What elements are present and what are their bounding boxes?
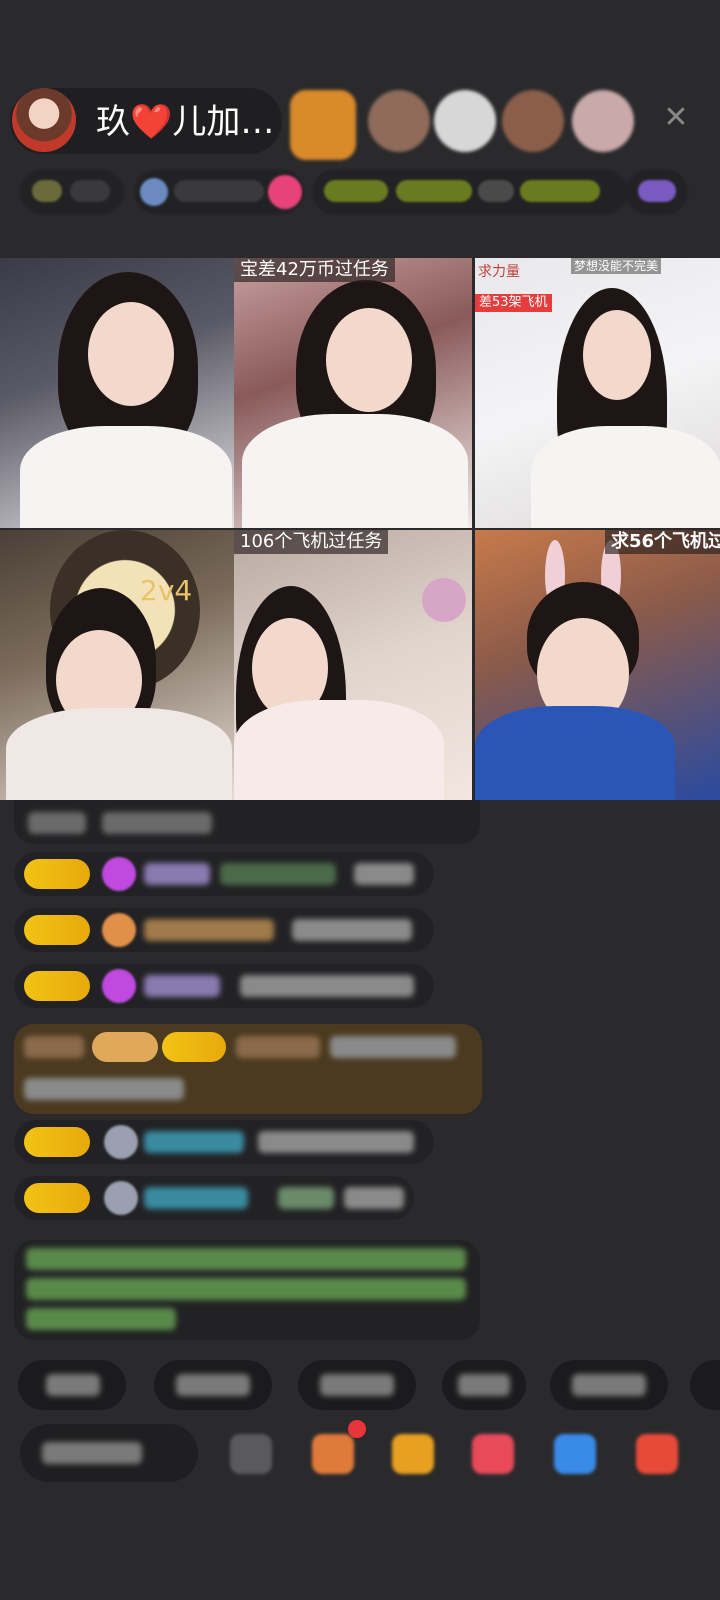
tile-score: 2v4 bbox=[140, 574, 193, 607]
tile-task-caption: 106个飞机过任务 bbox=[234, 530, 389, 554]
level-badge bbox=[24, 971, 90, 1001]
emoji-icon[interactable] bbox=[230, 1434, 272, 1474]
level-badge bbox=[24, 859, 90, 889]
tile-red-tag: 差53架飞机 bbox=[475, 294, 552, 312]
viewer-avatar[interactable] bbox=[290, 90, 356, 160]
task-badge[interactable] bbox=[312, 170, 628, 214]
host-name[interactable]: 玖❤️儿加… bbox=[96, 100, 274, 144]
level-badge bbox=[92, 1032, 158, 1062]
viewer-avatar[interactable] bbox=[502, 90, 564, 152]
flower-decor bbox=[422, 578, 466, 622]
tile-side-label: 求力量 bbox=[478, 264, 520, 280]
more-icon[interactable] bbox=[636, 1434, 678, 1474]
notification-dot bbox=[348, 1420, 366, 1438]
video-tile[interactable]: 求56个飞机过 bbox=[475, 530, 720, 800]
avatar bbox=[104, 1125, 138, 1159]
gift-box-icon[interactable] bbox=[312, 1434, 354, 1474]
chat-message[interactable] bbox=[14, 852, 434, 896]
quick-reply-button[interactable] bbox=[550, 1360, 668, 1410]
gift-icon[interactable] bbox=[472, 1434, 514, 1474]
level-badge bbox=[24, 1183, 90, 1213]
chat-message[interactable] bbox=[14, 1176, 414, 1220]
chat-message[interactable] bbox=[14, 908, 434, 952]
host-name-prefix: 玖 bbox=[96, 102, 130, 142]
video-tile[interactable]: 梦想没能不完美 求力量 差53架飞机 bbox=[475, 258, 720, 528]
video-tile[interactable] bbox=[0, 258, 238, 528]
gift-badge[interactable] bbox=[626, 170, 688, 214]
quick-reply-button[interactable] bbox=[442, 1360, 526, 1410]
gift-message[interactable] bbox=[14, 1024, 482, 1114]
quick-reply-button[interactable] bbox=[154, 1360, 272, 1410]
diamond-icon bbox=[102, 857, 136, 891]
red-packet-icon[interactable] bbox=[392, 1434, 434, 1474]
tile-task-caption: 宝差42万币过任务 bbox=[234, 258, 395, 282]
video-tile[interactable]: 106个飞机过任务 bbox=[234, 530, 472, 800]
viewer-avatar[interactable] bbox=[572, 90, 634, 152]
video-tile[interactable]: 宝差42万币过任务 bbox=[234, 258, 472, 528]
video-tile[interactable]: 2v4 bbox=[0, 530, 238, 800]
quick-reply-button[interactable] bbox=[18, 1360, 126, 1410]
diamond-icon bbox=[102, 969, 136, 1003]
host-name-suffix: 儿加… bbox=[172, 102, 275, 142]
chat-message[interactable] bbox=[14, 800, 480, 844]
avatar bbox=[104, 1181, 138, 1215]
tile-slogan: 梦想没能不完美 bbox=[571, 258, 662, 274]
quick-reply-button[interactable] bbox=[298, 1360, 416, 1410]
comment-input[interactable] bbox=[20, 1424, 198, 1482]
close-icon[interactable]: ✕ bbox=[658, 100, 694, 136]
viewer-avatar[interactable] bbox=[368, 90, 430, 152]
fans-badge[interactable] bbox=[134, 170, 304, 214]
host-avatar[interactable] bbox=[12, 88, 76, 152]
rank-badge[interactable] bbox=[20, 170, 124, 214]
game-icon[interactable] bbox=[554, 1434, 596, 1474]
level-badge bbox=[24, 1127, 90, 1157]
quick-reply-button[interactable] bbox=[690, 1360, 720, 1410]
avatar bbox=[102, 913, 136, 947]
level-badge bbox=[24, 915, 90, 945]
level-badge bbox=[162, 1032, 226, 1062]
chat-message[interactable] bbox=[14, 964, 434, 1008]
system-notice bbox=[14, 1240, 480, 1340]
tile-task-caption: 求56个飞机过 bbox=[605, 530, 720, 554]
chat-message[interactable] bbox=[14, 1120, 434, 1164]
viewer-avatar[interactable] bbox=[434, 90, 496, 152]
heart-icon: ❤️ bbox=[130, 102, 173, 142]
